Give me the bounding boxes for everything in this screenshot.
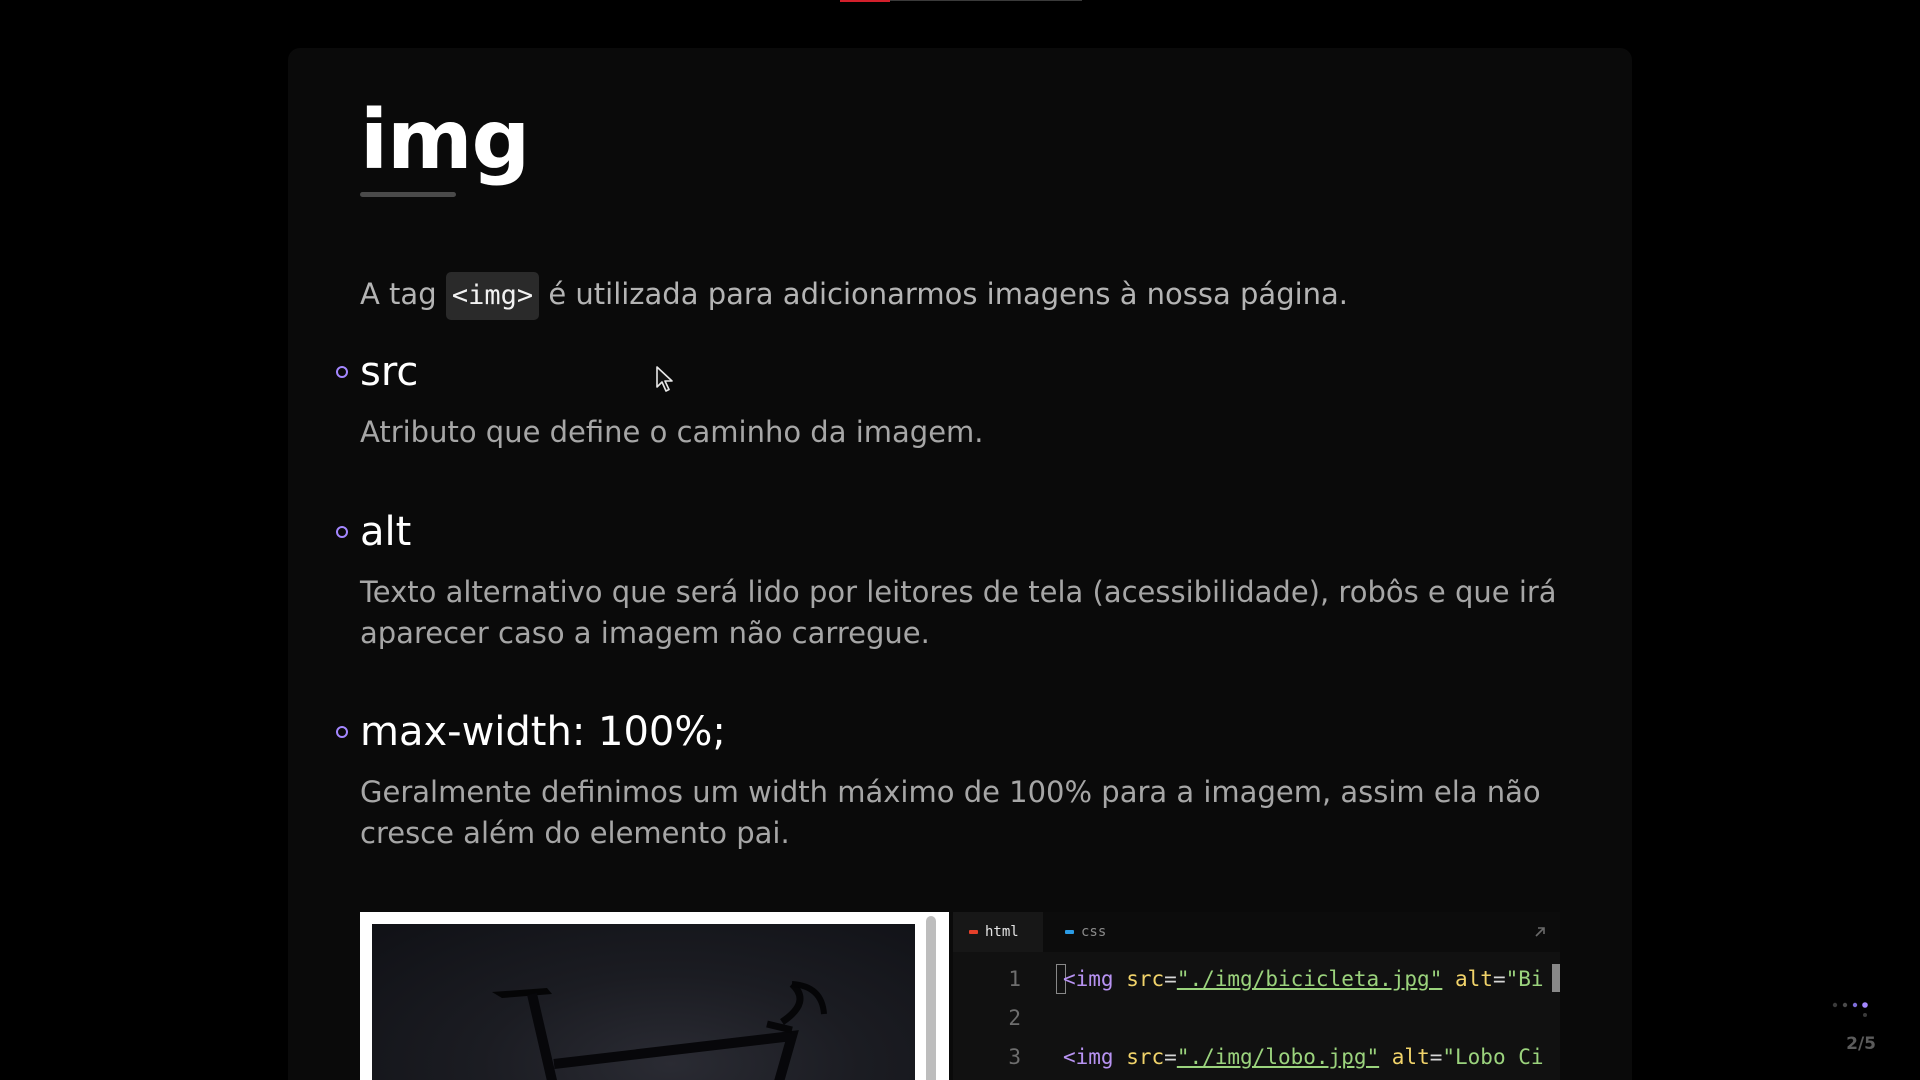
intro-text-after: é utilizada para adicionarmos imagens à … — [539, 277, 1349, 311]
editor-tabs: html css — [953, 912, 1560, 952]
code-tag: <img — [1063, 1045, 1114, 1069]
intro-text-before: A tag — [360, 277, 446, 311]
code-string: "Bi — [1505, 967, 1544, 991]
code-attribute: alt — [1455, 967, 1493, 991]
intro-text: A tag <img> é utilizada para adicionarmo… — [360, 272, 1348, 320]
attribute-name: max-width: 100%; — [360, 709, 726, 755]
code-content: <img src="./img/lobo.jpg" alt="Lobo Ci — [1063, 1042, 1544, 1072]
tab-css[interactable]: css — [1065, 912, 1106, 952]
title-underline — [360, 192, 456, 197]
editor-scrollbar[interactable] — [1552, 964, 1560, 992]
circle-bullet-icon — [336, 366, 348, 378]
attribute-description: Atributo que define o caminho da imagem. — [360, 415, 984, 449]
attribute-item-max-width: max-width: 100%; Geralmente definimos um… — [336, 706, 1586, 854]
attribute-description: Geralmente definimos um width máximo de … — [360, 775, 1541, 850]
code-attribute: src — [1126, 967, 1165, 991]
code-equals: = — [1164, 967, 1177, 991]
preview-pane[interactable] — [360, 912, 949, 1080]
code-tag: <img — [1063, 967, 1114, 991]
line-number: 3 — [1008, 1045, 1021, 1069]
tab-css-marker — [1065, 930, 1074, 934]
code-lines[interactable]: 1 <img src="./img/bicicleta.jpg" alt="Bi… — [953, 964, 1560, 1080]
code-line: 2 — [953, 1003, 1560, 1042]
bicycle-illustration — [492, 981, 827, 1080]
progress-bar-track — [890, 0, 1082, 1]
code-equals: = — [1492, 967, 1506, 991]
code-string-link[interactable]: "./img/bicicleta.jpg" — [1177, 967, 1443, 991]
tab-html-marker — [969, 930, 978, 934]
page-indicator: 2/5 — [1846, 1034, 1876, 1054]
code-equals: = — [1429, 1045, 1443, 1069]
code-string-link[interactable]: "./img/lobo.jpg" — [1177, 1045, 1379, 1069]
attribute-item-src: src Atributo que define o caminho da ima… — [336, 346, 1586, 453]
circle-bullet-icon — [336, 526, 348, 538]
navigation-dots-icon[interactable] — [1832, 1000, 1892, 1030]
line-number: 2 — [1008, 1006, 1021, 1030]
code-string: "Lobo Ci — [1442, 1045, 1544, 1069]
mouse-pointer-icon — [656, 366, 673, 392]
code-equals: = — [1164, 1045, 1177, 1069]
inline-code-img: <img> — [445, 272, 540, 320]
code-attribute: alt — [1391, 1045, 1430, 1069]
slide-card: img A tag <img> é utilizada para adicion… — [288, 48, 1632, 1080]
attribute-description: Texto alternativo que será lido por leit… — [360, 575, 1557, 650]
progress-bar-indicator — [840, 0, 890, 2]
tab-html-label: html — [985, 924, 1019, 940]
code-line: 3 <img src="./img/lobo.jpg" alt="Lobo Ci — [953, 1042, 1560, 1080]
code-content: <img src="./img/bicicleta.jpg" alt="Bi — [1063, 964, 1544, 994]
attribute-name: alt — [360, 509, 412, 555]
code-line: 1 <img src="./img/bicicleta.jpg" alt="Bi — [953, 964, 1560, 1003]
slide-title: img — [360, 93, 530, 188]
circle-bullet-icon — [336, 726, 348, 738]
tab-css-label: css — [1081, 924, 1107, 940]
bicycle-image — [372, 924, 915, 1080]
tab-html[interactable]: html — [953, 912, 1043, 952]
expand-arrow-icon[interactable] — [1532, 924, 1548, 940]
code-editor: html css 1 <img src="./img/bicicleta.jpg… — [953, 912, 1560, 1080]
code-attribute: src — [1126, 1045, 1165, 1069]
preview-scrollbar[interactable] — [926, 916, 936, 1080]
code-demo-embed: html css 1 <img src="./img/bicicleta.jpg… — [360, 912, 1560, 1080]
attribute-name: src — [360, 349, 419, 395]
line-number: 1 — [1008, 967, 1021, 991]
attribute-item-alt: alt Texto alternativo que será lido por … — [336, 506, 1586, 654]
